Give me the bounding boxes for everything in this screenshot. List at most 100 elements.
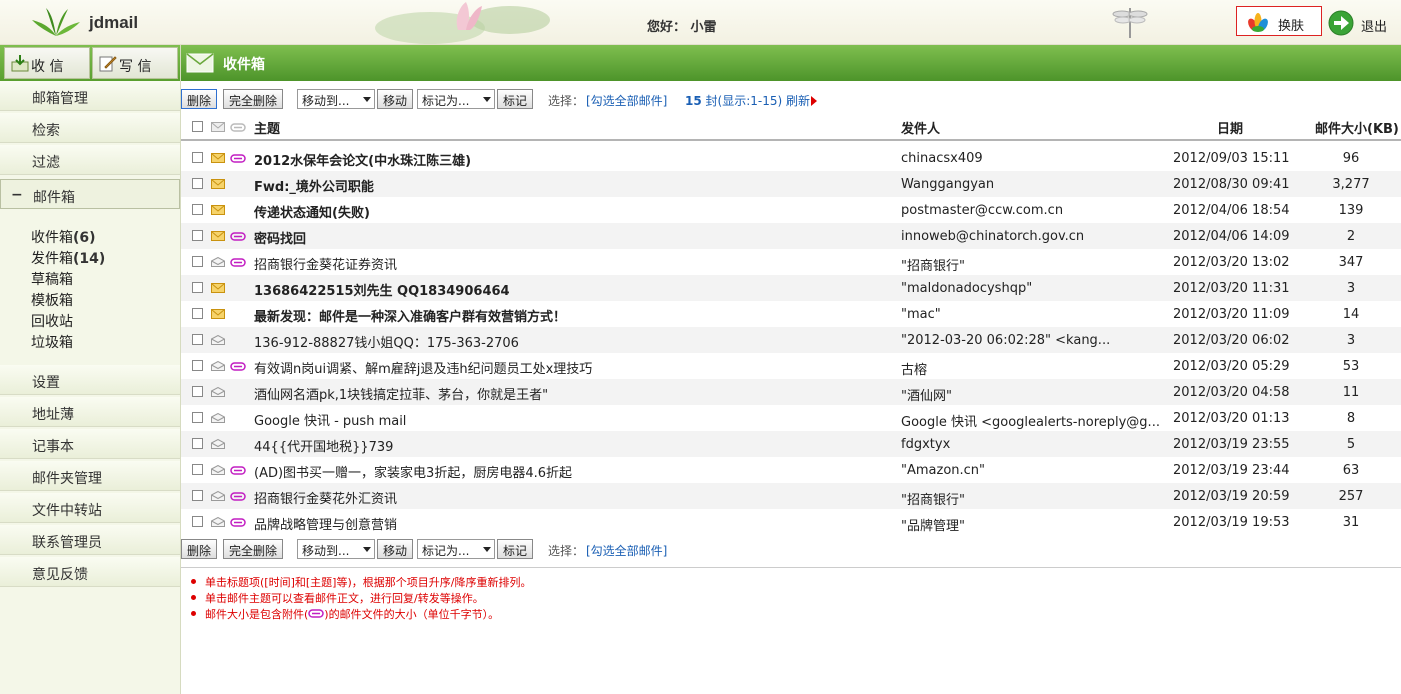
folder-drafts[interactable]: 草稿箱 (31, 269, 73, 289)
row-checkbox[interactable] (192, 412, 203, 423)
mail-subject[interactable]: 13686422515刘先生 QQ1834906464 (254, 280, 510, 299)
delete-all-button[interactable]: 完全删除 (223, 539, 284, 559)
row-checkbox[interactable] (192, 438, 203, 449)
row-checkbox[interactable] (192, 256, 203, 267)
row-checkbox[interactable] (192, 178, 203, 189)
table-row[interactable]: 酒仙网名酒pk,1块钱搞定拉菲、茅台，你就是王者" "酒仙网" 2012/03/20… (181, 379, 1401, 405)
delete-button[interactable]: 删除 (181, 89, 218, 109)
select-all-checkbox[interactable] (192, 121, 203, 132)
sidebar-item-settings[interactable]: 设置 (0, 365, 180, 395)
table-row[interactable]: 13686422515刘先生 QQ1834906464 "maldonadocys… (181, 275, 1401, 301)
select-all-link[interactable]: [勾选全部邮件] (586, 542, 667, 559)
mail-size: 63 (1342, 463, 1360, 478)
row-checkbox[interactable] (192, 360, 203, 371)
table-row[interactable]: 传递状态通知(失败) postmaster@ccw.com.cn 2012/04/0… (181, 197, 1401, 223)
sidebar-item-label: 地址薄 (32, 407, 74, 423)
mail-from: "酒仙网" (901, 389, 952, 404)
row-checkbox[interactable] (192, 464, 203, 475)
sidebar-item-feedback[interactable]: 意见反馈 (0, 557, 180, 587)
toolbar-top: 删除 完全删除 移动到... 移动 标记为... 标记 选择： [勾选全部邮件]… (181, 89, 1401, 111)
column-size[interactable]: 邮件大小(KB) (1315, 118, 1399, 137)
receive-button[interactable]: 收 信 (4, 47, 90, 79)
mail-subject[interactable]: 招商银行金葵花外汇资讯 (254, 488, 397, 507)
move-to-select[interactable]: 移动到... (297, 89, 375, 109)
skin-button[interactable]: 换肤 (1236, 6, 1322, 36)
sidebar-item-notepad[interactable]: 记事本 (0, 429, 180, 459)
collapse-toggle[interactable]: − (11, 187, 23, 203)
table-row[interactable]: 最新发现：邮件是一种深入准确客户群有效营销方式！ "mac" 2012/03/20 … (181, 301, 1401, 327)
mail-subject[interactable]: 最新发现：邮件是一种深入准确客户群有效营销方式！ (254, 306, 566, 325)
table-row[interactable]: 有效调n岗ui调紧、解m雇辞j退及违h纪问题员工处x理技巧 古榕 2012/03/2… (181, 353, 1401, 379)
table-row[interactable]: 招商银行金葵花证券资讯 "招商银行" 2012/03/20 13:02 347 (181, 249, 1401, 275)
delete-all-button[interactable]: 完全删除 (223, 89, 284, 109)
table-row[interactable]: (AD)图书买一赠一，家装家电3折起，厨房电器4.6折起 "Amazon.cn" 2… (181, 457, 1401, 483)
table-row[interactable]: 密码找回 innoweb@chinatorch.gov.cn 2012/04/06 … (181, 223, 1401, 249)
row-checkbox[interactable] (192, 204, 203, 215)
move-to-select[interactable]: 移动到... (297, 539, 375, 559)
mail-subject[interactable]: 传递状态通知(失败) (254, 202, 370, 221)
sidebar-item-filter[interactable]: 过滤 (0, 145, 180, 175)
mail-subject[interactable]: (AD)图书买一赠一，家装家电3折起，厨房电器4.6折起 (254, 462, 572, 481)
row-checkbox[interactable] (192, 282, 203, 293)
move-button[interactable]: 移动 (377, 89, 414, 109)
sidebar-item-contact-admin[interactable]: 联系管理员 (0, 525, 180, 555)
table-row[interactable]: 品牌战略管理与创意营销 "品牌管理" 2012/03/19 19:53 31 (181, 509, 1401, 535)
mark-as-select[interactable]: 标记为... (417, 539, 495, 559)
compose-button[interactable]: 写 信 (92, 47, 178, 79)
mail-subject[interactable]: 2012水保年会论文(中水珠江陈三雄) (254, 150, 471, 169)
refresh-link[interactable]: 刷新 (786, 94, 810, 108)
mail-subject[interactable]: 密码找回 (254, 228, 306, 247)
row-checkbox[interactable] (192, 152, 203, 163)
row-checkbox[interactable] (192, 308, 203, 319)
table-row[interactable]: Google 快讯 - push mail Google 快讯 <googleal… (181, 405, 1401, 431)
folder-sent[interactable]: 发件箱(14) (31, 248, 105, 268)
folder-trash[interactable]: 回收站 (31, 311, 73, 331)
select-all-link[interactable]: [勾选全部邮件] (586, 92, 667, 109)
row-checkbox[interactable] (192, 490, 203, 501)
sidebar-item-folder-manage[interactable]: 邮件夹管理 (0, 461, 180, 491)
table-row[interactable]: 2012水保年会论文(中水珠江陈三雄) chinacsx409 2012/09/03… (181, 145, 1401, 171)
folder-inbox[interactable]: 收件箱(6) (31, 227, 96, 247)
read-envelope-icon (211, 257, 225, 267)
mail-list-header: 主题 发件人 日期 邮件大小(KB) (181, 113, 1401, 141)
read-envelope-icon (211, 439, 225, 449)
table-row[interactable]: 44{{代开国地税}}739 fdgxtyx 2012/03/19 23:55 5 (181, 431, 1401, 457)
mail-subject[interactable]: Google 快讯 - push mail (254, 410, 406, 429)
table-row[interactable]: Fwd:_境外公司职能 Wanggangyan 2012/08/30 09:41 3,… (181, 171, 1401, 197)
mail-from: "品牌管理" (901, 519, 965, 534)
delete-button[interactable]: 删除 (181, 539, 218, 559)
column-subject[interactable]: 主题 (254, 118, 280, 137)
compose-label: 写 信 (119, 59, 152, 75)
mark-button[interactable]: 标记 (497, 89, 534, 109)
sidebar-item-mailbox-manage[interactable]: 邮箱管理 (0, 81, 180, 111)
mail-subject[interactable]: 酒仙网名酒pk,1块钱搞定拉菲、茅台，你就是王者" (254, 384, 548, 403)
mail-subject[interactable]: Fwd:_境外公司职能 (254, 176, 374, 195)
mail-subject[interactable]: 有效调n岗ui调紧、解m雇辞j退及违h纪问题员工处x理技巧 (254, 358, 592, 377)
column-from[interactable]: 发件人 (901, 118, 940, 137)
mail-subject[interactable]: 招商银行金葵花证券资讯 (254, 254, 397, 273)
row-checkbox[interactable] (192, 334, 203, 345)
table-row[interactable]: 招商银行金葵花外汇资讯 "招商银行" 2012/03/19 20:59 257 (181, 483, 1401, 509)
mail-subject[interactable]: 品牌战略管理与创意营销 (254, 514, 397, 533)
row-checkbox[interactable] (192, 516, 203, 527)
mark-as-select[interactable]: 标记为... (417, 89, 495, 109)
folder-spam[interactable]: 垃圾箱 (31, 332, 73, 352)
skin-label: 换肤 (1278, 19, 1305, 34)
palette-icon (1248, 13, 1268, 32)
folder-templates[interactable]: 模板箱 (31, 290, 73, 310)
sidebar-item-file-transfer[interactable]: 文件中转站 (0, 493, 180, 523)
attachment-icon (308, 609, 325, 618)
row-checkbox[interactable] (192, 386, 203, 397)
table-row[interactable]: 136-912-88827钱小姐QQ：175-363-2706 "2012-03-… (181, 327, 1401, 353)
mail-from: fdgxtyx (901, 437, 951, 452)
mail-subject[interactable]: 44{{代开国地税}}739 (254, 436, 393, 455)
sidebar-item-address-book[interactable]: 地址薄 (0, 397, 180, 427)
column-date[interactable]: 日期 (1217, 118, 1243, 137)
mail-subject[interactable]: 136-912-88827钱小姐QQ：175-363-2706 (254, 332, 519, 351)
move-button[interactable]: 移动 (377, 539, 414, 559)
sidebar-item-search[interactable]: 检索 (0, 113, 180, 143)
row-checkbox[interactable] (192, 230, 203, 241)
sidebar-item-mailboxes[interactable]: − 邮件箱 (0, 179, 180, 209)
mark-button[interactable]: 标记 (497, 539, 534, 559)
exit-button[interactable]: 退出 (1328, 10, 1398, 38)
